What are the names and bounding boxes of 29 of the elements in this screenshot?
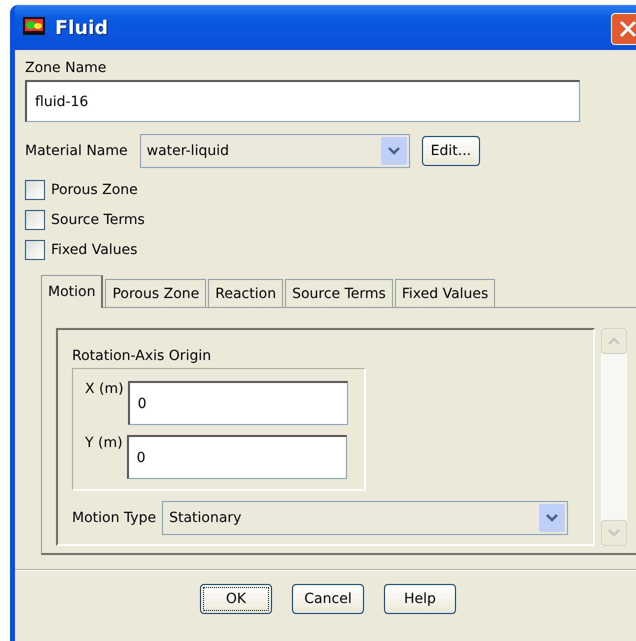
coordinate-field[interactable]: 0 (126, 435, 347, 479)
material-dropdown[interactable]: water-liquid (140, 134, 410, 168)
checkbox-label: Fixed Values (51, 242, 138, 258)
tab[interactable]: Reaction (208, 279, 284, 307)
checkbox[interactable] (25, 180, 45, 200)
window-title: Fluid (55, 16, 108, 38)
tab[interactable]: Motion (41, 275, 104, 308)
dialog-button[interactable]: OK (200, 584, 272, 614)
checkbox-label: Porous Zone (51, 182, 138, 198)
motion-type-dropdown[interactable]: Stationary (162, 501, 568, 535)
field-label: Material Name (25, 143, 128, 159)
field-label: Motion Type (72, 510, 156, 526)
group-label: Rotation-Axis Origin (72, 348, 212, 364)
close-button[interactable] (611, 13, 636, 45)
checkbox[interactable] (25, 210, 45, 230)
checkbox[interactable] (25, 240, 45, 260)
dialog-button[interactable]: Help (384, 584, 456, 614)
zone-name-field[interactable]: fluid-16 (25, 80, 580, 122)
edit-button[interactable]: Edit... (422, 136, 480, 166)
tab[interactable]: Fixed Values (394, 279, 496, 307)
dialog-button[interactable]: Cancel (292, 584, 364, 614)
tab[interactable]: Source Terms (285, 279, 393, 307)
tab[interactable]: Porous Zone (105, 279, 206, 307)
close-icon[interactable] (618, 19, 636, 39)
checkbox-label: Source Terms (51, 212, 145, 228)
field-label: Y (m) (85, 435, 123, 451)
coordinate-field[interactable]: 0 (128, 381, 348, 425)
field-label: Zone Name (25, 60, 108, 76)
field-label: X (m) (85, 381, 124, 397)
